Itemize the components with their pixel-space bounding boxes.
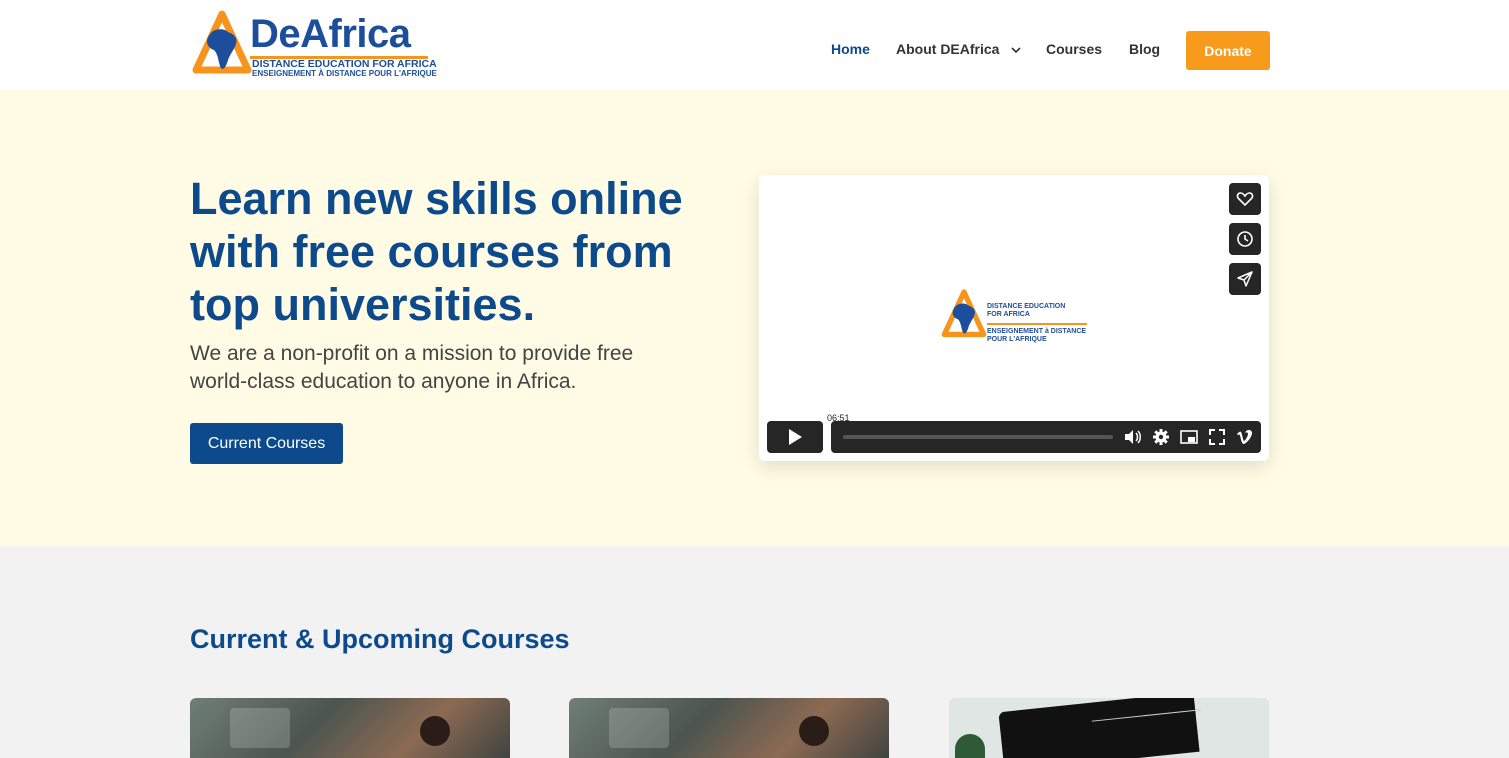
hero-subtitle: We are a non-profit on a mission to prov… [190,342,634,393]
share-button[interactable] [1229,263,1261,295]
clock-icon [1237,231,1253,247]
watch-later-button[interactable] [1229,223,1261,255]
site-logo[interactable]: DeAfrica DISTANCE EDUCATION FOR AFRICA E… [192,10,437,78]
tablet-image-detail [998,698,1203,758]
video-logo-line3: ENSEIGNEMENT à DISTANCE [987,328,1087,335]
video-logo-line4: POUR L'AFRIQUE [987,336,1047,343]
course-card-image[interactable] [949,698,1269,758]
send-icon [1237,271,1253,287]
pip-icon [1180,430,1198,444]
video-player[interactable]: DISTANCE EDUCATION FOR AFRICA ENSEIGNEME… [759,175,1269,461]
nav-courses[interactable]: Courses [1046,41,1102,57]
plant-image-detail [955,734,985,758]
tablet-screen-detail [1091,709,1203,732]
logo-tagline-fr: ENSEIGNEMENT À DISTANCE POUR L'AFRIQUE [252,69,437,78]
player-controls [831,421,1261,453]
africa-triangle-logo-icon [192,10,252,74]
pip-button[interactable] [1179,427,1199,447]
nav-about[interactable]: About DEAfrica [896,41,1021,57]
fullscreen-button[interactable] [1207,427,1227,447]
courses-section-title: Current & Upcoming Courses [190,624,570,654]
card-image-detail [230,708,290,748]
donate-button[interactable]: Donate [1186,31,1270,70]
play-button[interactable] [767,421,823,453]
current-courses-button[interactable]: Current Courses [190,423,343,464]
play-icon [789,429,802,445]
nav-about-label: About DEAfrica [896,41,1000,57]
hero-section: Learn new skills online with free course… [0,90,1509,546]
settings-icon [1153,429,1169,445]
course-card-image[interactable] [190,698,510,758]
hero-title: Learn new skills online with free course… [190,173,683,330]
video-logo-line1: DISTANCE EDUCATION [987,303,1066,310]
nav-home[interactable]: Home [831,41,870,57]
logo-wordmark: DeAfrica [250,12,411,56]
chevron-down-icon [1011,47,1021,53]
settings-button[interactable] [1151,427,1171,447]
progress-bar[interactable] [843,435,1113,439]
africa-triangle-logo-icon [941,289,987,338]
fullscreen-icon [1209,429,1225,445]
vimeo-link[interactable] [1235,427,1255,447]
video-logo-divider [987,323,1087,325]
nav-blog[interactable]: Blog [1129,41,1160,57]
vimeo-icon [1237,430,1252,444]
video-logo-line2: FOR AFRICA [987,311,1030,318]
video-logo-text-en: DISTANCE EDUCATION FOR AFRICA [987,303,1065,319]
course-card-image[interactable] [569,698,889,758]
volume-icon [1125,430,1141,444]
heart-icon [1236,192,1254,207]
like-button[interactable] [1229,183,1261,215]
site-header: DeAfrica DISTANCE EDUCATION FOR AFRICA E… [0,0,1509,90]
video-logo-text-fr: ENSEIGNEMENT à DISTANCE POUR L'AFRIQUE [987,328,1086,344]
video-logo: DISTANCE EDUCATION FOR AFRICA ENSEIGNEME… [941,287,1091,347]
card-image-detail [799,716,829,746]
volume-button[interactable] [1123,427,1143,447]
card-image-detail [609,708,669,748]
card-image-detail [420,716,450,746]
